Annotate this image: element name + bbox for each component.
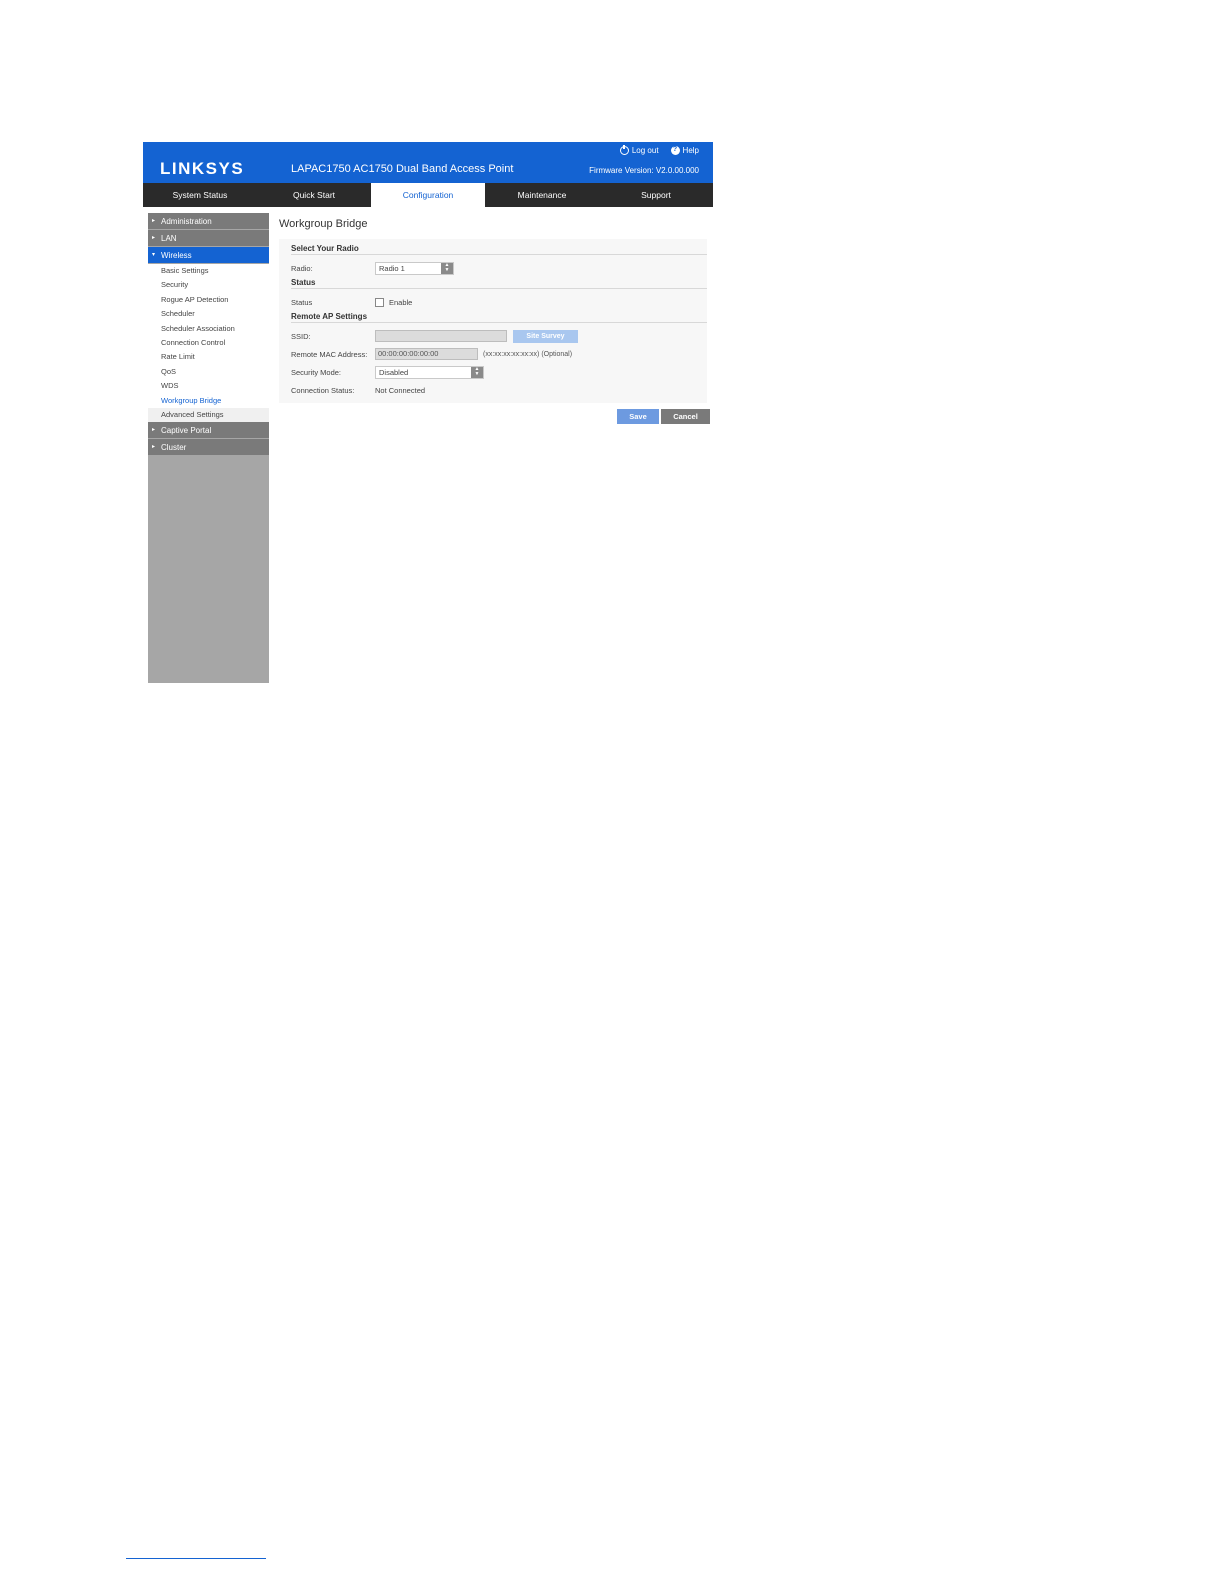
connection-status-row: Connection Status: Not Connected	[291, 381, 707, 399]
mac-format-hint: (xx:xx:xx:xx:xx:xx) (Optional)	[483, 350, 573, 358]
help-label: Help	[682, 146, 699, 155]
sidebar-item-wds[interactable]: WDS	[148, 379, 269, 393]
sidebar-item-scheduler[interactable]: Scheduler	[148, 307, 269, 321]
security-mode-label: Security Mode:	[291, 367, 342, 377]
ssid-row: SSID: Site Survey	[291, 327, 707, 345]
mac-row: Remote MAC Address: 00:00:00:00:00:00 (x…	[291, 345, 707, 363]
sidebar-group-cluster[interactable]: Cluster	[148, 439, 269, 457]
sidebar-item-basic-settings[interactable]: Basic Settings	[148, 264, 269, 278]
sidebar-item-security[interactable]: Security	[148, 278, 269, 292]
help-icon: ?	[670, 146, 680, 155]
security-row: Security Mode: Disabled ▲ ▼	[291, 363, 707, 381]
section-select-radio: Select Your Radio	[291, 243, 707, 255]
enable-label: Enable	[389, 297, 413, 307]
header-bar: LINKSYS LAPAC1750 AC1750 Dual Band Acces…	[143, 142, 713, 183]
page-title: Workgroup Bridge	[279, 218, 368, 230]
product-name: LAPAC1750 AC1750 Dual Band Access Point	[291, 163, 514, 175]
mac-label: Remote MAC Address:	[291, 349, 368, 359]
linksys-logo: LINKSYS	[160, 159, 245, 178]
ssid-label: SSID:	[291, 331, 311, 341]
security-mode-value: Disabled	[379, 367, 409, 377]
cancel-button[interactable]: Cancel	[661, 409, 710, 424]
app-window: LINKSYS LAPAC1750 AC1750 Dual Band Acces…	[143, 142, 713, 683]
logout-label: Log out	[631, 146, 659, 155]
form-actions: Save Cancel	[279, 409, 710, 424]
power-icon	[619, 145, 629, 155]
updown-arrow-icon: ▲ ▼	[471, 366, 483, 378]
security-mode-select[interactable]: Disabled ▲ ▼	[375, 365, 484, 379]
ssid-input[interactable]	[375, 330, 507, 342]
sidebar: Administration LAN Wireless Basic Settin…	[148, 213, 269, 683]
sidebar-group-lan[interactable]: LAN	[148, 230, 269, 247]
settings-panel: Select Your Radio Radio: Radio 1 ▲ ▼ Stat…	[279, 239, 707, 403]
section-remote-ap: Remote AP Settings	[291, 311, 707, 323]
radio-label: Radio:	[291, 263, 313, 273]
sidebar-item-qos[interactable]: QoS	[148, 365, 269, 379]
radio-select[interactable]: Radio 1 ▲ ▼	[375, 261, 454, 275]
sidebar-item-rate-limit[interactable]: Rate Limit	[148, 350, 269, 364]
radio-row: Radio: Radio 1 ▲ ▼	[291, 259, 707, 277]
enable-checkbox[interactable]	[375, 297, 384, 307]
sidebar-item-rogue-ap-detection[interactable]: Rogue AP Detection	[148, 293, 269, 307]
main-content: Workgroup Bridge Select Your Radio Radio…	[279, 213, 713, 424]
updown-arrow-icon: ▲ ▼	[441, 262, 453, 274]
status-label: Status	[291, 297, 313, 307]
footnote-divider	[126, 1558, 266, 1559]
section-status: Status	[291, 277, 707, 289]
connection-status-label: Connection Status:	[291, 385, 355, 395]
main-nav: System Status Quick Start Configuration …	[143, 183, 713, 207]
site-survey-button[interactable]: Site Survey	[513, 329, 578, 343]
sidebar-item-workgroup-bridge[interactable]: Workgroup Bridge	[148, 394, 269, 408]
logout-link[interactable]: Log out	[619, 145, 659, 155]
sidebar-item-advanced-settings[interactable]: Advanced Settings	[148, 407, 269, 423]
mac-input[interactable]: 00:00:00:00:00:00	[375, 348, 478, 360]
sidebar-item-scheduler-association[interactable]: Scheduler Association	[148, 322, 269, 336]
sidebar-group-administration[interactable]: Administration	[148, 213, 269, 230]
sidebar-item-connection-control[interactable]: Connection Control	[148, 336, 269, 350]
tab-maintenance[interactable]: Maintenance	[485, 183, 599, 207]
top-links: Log out ? Help	[619, 145, 699, 155]
sidebar-group-wireless[interactable]: Wireless	[148, 247, 269, 264]
radio-select-value: Radio 1	[379, 263, 405, 273]
tab-configuration[interactable]: Configuration	[371, 183, 485, 207]
wireless-submenu: Basic Settings Security Rogue AP Detecti…	[148, 264, 269, 423]
tab-support[interactable]: Support	[599, 183, 713, 207]
save-button[interactable]: Save	[617, 409, 659, 424]
tab-system-status[interactable]: System Status	[143, 183, 257, 207]
firmware-version: Firmware Version: V2.0.00.000	[589, 166, 699, 175]
sidebar-group-captive-portal[interactable]: Captive Portal	[148, 422, 269, 440]
help-link[interactable]: ? Help	[670, 146, 699, 155]
connection-status-value: Not Connected	[375, 385, 426, 395]
status-row: Status Enable	[291, 293, 707, 311]
tab-quick-start[interactable]: Quick Start	[257, 183, 371, 207]
